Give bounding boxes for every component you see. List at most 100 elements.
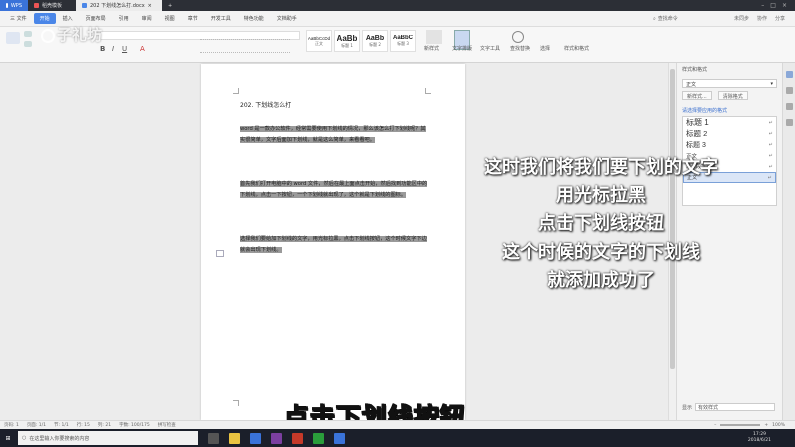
select-pane-icon[interactable] xyxy=(786,87,793,94)
command-search[interactable]: ⌕ 查找命令 xyxy=(653,15,733,23)
style-list-item-label: 标题 2 xyxy=(686,129,708,138)
menu-right-item-2[interactable]: 分享 xyxy=(775,15,785,22)
tab-document[interactable]: 202 下划线怎么打.docx × xyxy=(76,0,162,11)
wps-taskbar-icon[interactable] xyxy=(292,432,303,444)
menu-item-7[interactable]: 章节 xyxy=(182,13,204,24)
menu-item-6[interactable]: 视图 xyxy=(159,13,181,24)
style-sample-3[interactable]: AaBbC 标题 3 xyxy=(390,30,416,52)
page-corner-mark xyxy=(425,88,431,94)
style-sample-2[interactable]: AaBb 标题 2 xyxy=(362,30,388,52)
paragraph-3[interactable]: 选择我们要给加下划线的文字，用光标拉黑，点击下划线按钮，这个时候文字下边就会出现… xyxy=(240,234,428,255)
menu-item-3[interactable]: 页面布局 xyxy=(80,13,112,24)
style-sample-0[interactable]: AaBbCcDd 正文 xyxy=(306,30,332,52)
style-sample-name: 标题 1 xyxy=(341,42,353,48)
task-view-icon[interactable] xyxy=(208,432,219,444)
style-gallery: AaBbCcDd 正文 AaBb 标题 1 AaBb 标题 2 AaBbC 标题 3 xyxy=(306,30,416,52)
taskbar-search[interactable]: ○ 在这里输入你要搜索的内容 xyxy=(18,431,198,445)
overlay-caption-line: 用光标拉黑 xyxy=(556,185,646,206)
select-label[interactable]: 选择 xyxy=(540,45,550,52)
close-window-icon[interactable]: × xyxy=(782,2,787,9)
text-tools-label[interactable]: 文字工具 xyxy=(480,45,500,52)
paragraph-mark-icon: ↵ xyxy=(768,130,773,137)
italic-button[interactable]: I xyxy=(112,45,114,53)
style-sample-name: 标题 2 xyxy=(369,41,381,47)
scrollbar-thumb[interactable] xyxy=(670,69,675,369)
zoom-slider[interactable] xyxy=(720,424,761,426)
bold-button[interactable]: B xyxy=(100,45,105,53)
paragraph-1[interactable]: word 是一款办公软件，经常需要使用下划线的情况，那么该怎么打下划线呢？其实很… xyxy=(240,124,428,145)
status-word-count[interactable]: 字数: 100/175 xyxy=(119,422,150,428)
new-tab-button[interactable]: + xyxy=(162,0,178,11)
style-list-item-label: 标题 1 xyxy=(686,118,709,127)
close-tab-icon[interactable]: × xyxy=(148,3,152,9)
show-filter-select[interactable]: 有效样式 xyxy=(695,403,776,411)
tab-template[interactable]: 稻壳模板 xyxy=(28,0,76,11)
edge-icon[interactable] xyxy=(250,432,261,444)
file-explorer-icon[interactable] xyxy=(229,432,240,444)
paste-icon[interactable] xyxy=(6,32,20,44)
status-page: 页码: 1 xyxy=(4,423,19,428)
text-layout-label[interactable]: 文字排版 xyxy=(452,45,472,52)
menu-item-9[interactable]: 特色功能 xyxy=(238,13,270,24)
cut-icon[interactable] xyxy=(24,31,32,37)
app-icon[interactable] xyxy=(313,432,324,444)
style-list-item[interactable]: 标题 3 ↵ xyxy=(683,139,776,150)
word-taskbar-icon[interactable] xyxy=(334,432,345,444)
style-list-item[interactable]: 标题 2 ↵ xyxy=(683,128,776,139)
style-pane-icon[interactable] xyxy=(786,71,793,78)
underline-button[interactable]: U xyxy=(122,45,127,53)
windows-taskbar: ⊞ ○ 在这里输入你要搜索的内容 17:29 2018/6/21 xyxy=(0,429,795,447)
new-style-button[interactable]: 新样式... xyxy=(682,91,712,100)
new-style-label[interactable]: 新样式 xyxy=(424,45,439,52)
style-sample-name: 正文 xyxy=(315,40,323,46)
zoom-out-icon[interactable]: – xyxy=(714,423,716,428)
paragraph-handle-icon[interactable] xyxy=(216,250,224,257)
menu-item-0[interactable]: 三 文件 xyxy=(4,13,33,24)
onenote-icon[interactable] xyxy=(271,432,282,444)
copy-icon[interactable] xyxy=(24,41,32,47)
style-list-label: 请选择要应用的格式 xyxy=(682,108,728,114)
menu-item-1[interactable]: 开始 xyxy=(33,13,56,24)
property-pane-icon[interactable] xyxy=(786,103,793,110)
menu-right-item-0[interactable]: 未同步 xyxy=(734,15,749,22)
system-clock[interactable]: 17:29 2018/6/21 xyxy=(748,432,795,444)
document-title[interactable]: 202. 下划线怎么打 xyxy=(240,100,291,109)
styles-format-label[interactable]: 样式和格式 xyxy=(564,45,589,52)
minimize-icon[interactable]: – xyxy=(761,2,764,9)
menu-item-8[interactable]: 开发工具 xyxy=(205,13,237,24)
new-style-icon[interactable] xyxy=(426,30,442,44)
paragraph-mark-icon: ↵ xyxy=(768,163,773,170)
overlay-caption-line: 这时我们将我们要下划的文字 xyxy=(484,157,718,178)
menu-right-item-1[interactable]: 协作 xyxy=(757,15,767,22)
word-doc-icon xyxy=(82,3,87,8)
status-bar: 页码: 1 页面: 1/1 节: 1/1 行: 15 列: 21 字数: 100… xyxy=(0,420,795,429)
zoom-in-icon[interactable]: + xyxy=(764,423,768,428)
current-style-select[interactable]: 正文 ▾ xyxy=(682,79,777,88)
windows-icon: ⊞ xyxy=(5,434,11,442)
overlay-caption-line: 点击下划线按钮 xyxy=(538,213,664,234)
alignment-tools[interactable] xyxy=(200,45,290,53)
backup-pane-icon[interactable] xyxy=(786,119,793,126)
find-icon[interactable] xyxy=(512,31,524,43)
status-spell-check[interactable]: 拼写检查 xyxy=(158,422,176,428)
paragraph-tools[interactable] xyxy=(200,32,290,40)
maximize-icon[interactable]: □ xyxy=(770,2,776,9)
menu-item-4[interactable]: 引用 xyxy=(113,13,135,24)
paragraph-2[interactable]: 首先我们打开电脑中的 word 文件，然后在最上面点击开始，然后找到功能区中的下… xyxy=(240,179,428,200)
search-icon: ○ xyxy=(22,435,27,441)
menu-item-5[interactable]: 审阅 xyxy=(136,13,158,24)
panel-title: 样式和格式 xyxy=(682,67,708,73)
start-button[interactable]: ⊞ xyxy=(0,429,16,447)
paragraph-mark-icon: ↵ xyxy=(768,119,773,126)
find-replace-label[interactable]: 查找替换 xyxy=(510,45,530,52)
menu-item-2[interactable]: 插入 xyxy=(57,13,79,24)
style-list-item[interactable]: 标题 1 ↵ xyxy=(683,117,776,128)
zoom-level[interactable]: 100% xyxy=(772,423,785,428)
clear-format-button[interactable]: 清除格式 xyxy=(717,91,748,100)
page-corner-mark xyxy=(233,400,239,406)
tab-wps-home[interactable]: WPS xyxy=(0,0,28,11)
style-sample-1[interactable]: AaBb 标题 1 xyxy=(334,30,360,52)
font-color-button[interactable]: A xyxy=(140,45,145,53)
menu-item-10[interactable]: 文档助手 xyxy=(271,13,303,24)
title-tab-bar: WPS 稻壳模板 202 下划线怎么打.docx × + – □ × xyxy=(0,0,795,11)
